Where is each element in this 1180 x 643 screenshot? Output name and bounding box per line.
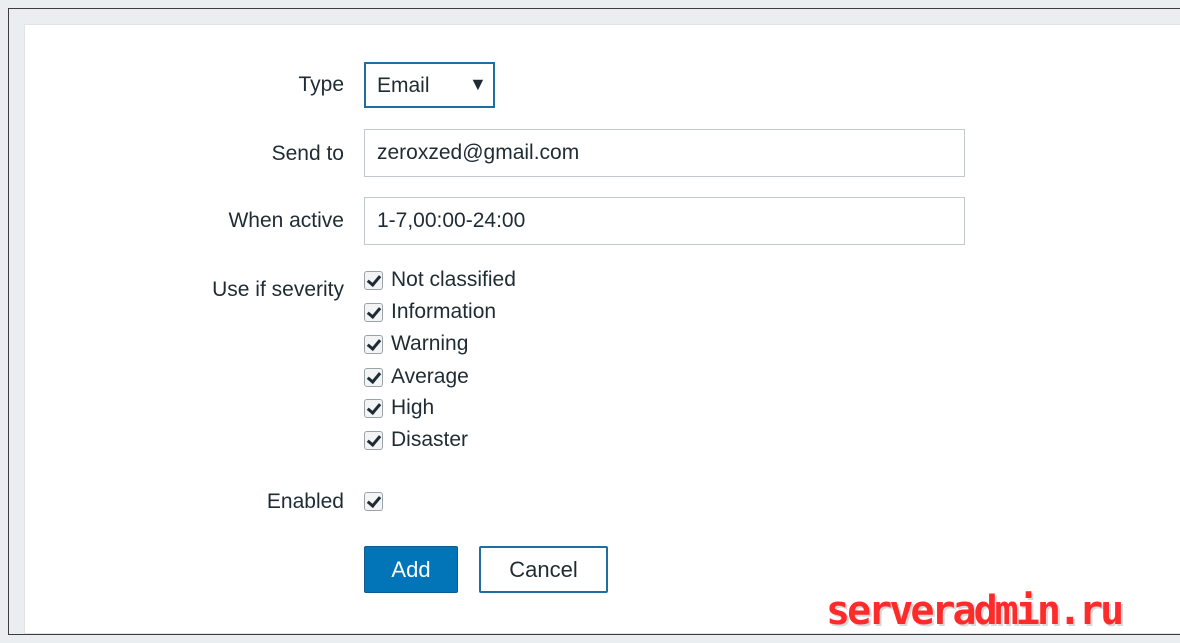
severity-option-label: Information [391, 300, 497, 323]
checkbox-checked-icon[interactable] [364, 302, 383, 322]
type-select-value: Email [377, 74, 430, 97]
cancel-button[interactable]: Cancel [479, 546, 608, 593]
enabled-label: Enabled [266, 490, 344, 513]
severity-label: Use if severity [212, 278, 344, 301]
severity-option-disaster[interactable]: Disaster [364, 425, 468, 455]
type-label: Type [298, 73, 344, 96]
watermark: serveradmin.ru [826, 588, 1124, 634]
checkbox-checked-icon[interactable] [364, 491, 383, 511]
severity-option-not-classified[interactable]: Not classified [364, 265, 516, 295]
send-to-input[interactable]: zeroxzed@gmail.com [364, 129, 965, 177]
severity-option-label: High [391, 396, 435, 419]
when-active-input[interactable]: 1-7,00:00-24:00 [364, 197, 965, 245]
enabled-checkbox-row[interactable] [364, 486, 391, 516]
when-active-label: When active [228, 209, 344, 232]
checkbox-checked-icon[interactable] [364, 398, 383, 418]
severity-option-average[interactable]: Average [364, 362, 469, 392]
form-panel [24, 24, 1180, 634]
send-to-label: Send to [271, 142, 344, 165]
severity-option-label: Disaster [391, 428, 469, 451]
add-button[interactable]: Add [364, 546, 458, 593]
checkbox-checked-icon[interactable] [364, 430, 383, 450]
severity-option-label: Not classified [391, 268, 516, 291]
severity-option-high[interactable]: High [364, 393, 434, 423]
checkbox-checked-icon[interactable] [364, 334, 383, 354]
chevron-down-icon: ▼ [469, 74, 487, 94]
severity-option-label: Average [391, 365, 469, 388]
checkbox-checked-icon[interactable] [364, 367, 383, 387]
checkbox-checked-icon[interactable] [364, 270, 383, 290]
severity-option-warning[interactable]: Warning [364, 329, 468, 359]
severity-option-information[interactable]: Information [364, 297, 496, 327]
type-select[interactable]: Email ▼ [364, 62, 495, 108]
severity-option-label: Warning [391, 332, 469, 355]
